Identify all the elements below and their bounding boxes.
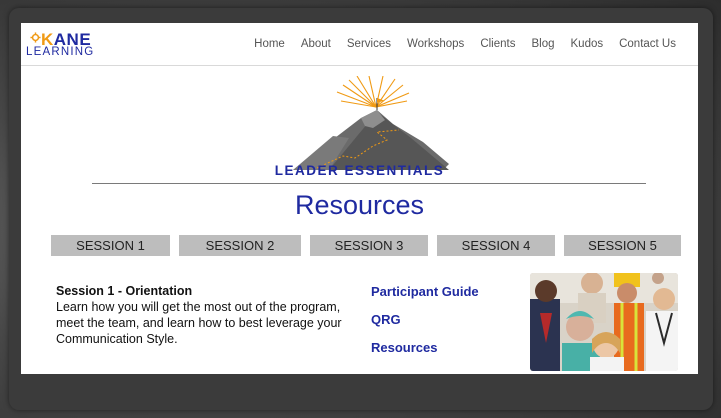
- nav-workshops[interactable]: Workshops: [407, 38, 464, 50]
- resources-link[interactable]: Resources: [371, 340, 437, 355]
- main-nav: Home About Services Workshops Clients Bl…: [254, 38, 676, 50]
- tab-session-3[interactable]: SESSION 3: [310, 235, 428, 256]
- tab-session-5[interactable]: SESSION 5: [564, 235, 681, 256]
- nav-home[interactable]: Home: [254, 38, 285, 50]
- qrg-link[interactable]: QRG: [371, 312, 401, 327]
- session-description: Learn how you will get the most out of t…: [56, 300, 342, 346]
- nav-blog[interactable]: Blog: [531, 38, 554, 50]
- site-header: KANE LEARNING Home About Services Worksh…: [21, 23, 698, 66]
- session-title: Session 1 - Orientation: [56, 284, 193, 298]
- nav-clients[interactable]: Clients: [480, 38, 515, 50]
- tab-session-4[interactable]: SESSION 4: [437, 235, 555, 256]
- participant-guide-link[interactable]: Participant Guide: [371, 284, 479, 299]
- gear-icon: [30, 32, 41, 43]
- nav-kudos[interactable]: Kudos: [571, 38, 604, 50]
- tab-session-2[interactable]: SESSION 2: [179, 235, 301, 256]
- nav-contact-us[interactable]: Contact Us: [619, 38, 676, 50]
- tab-session-1[interactable]: SESSION 1: [51, 235, 170, 256]
- nav-about[interactable]: About: [301, 38, 331, 50]
- nav-services[interactable]: Services: [347, 38, 391, 50]
- page-title: Resources: [294, 190, 425, 220]
- logo-subtitle: LEARNING: [26, 46, 95, 58]
- session-tabs: SESSION 1 SESSION 2 SESSION 3 SESSION 4 …: [51, 235, 681, 256]
- divider: [92, 183, 646, 184]
- people-photo: [530, 273, 678, 371]
- browser-screen: KANE LEARNING Home About Services Worksh…: [21, 23, 698, 374]
- brand-title: LEADER ESSENTIALS: [274, 163, 445, 178]
- logo[interactable]: KANE LEARNING: [26, 30, 106, 61]
